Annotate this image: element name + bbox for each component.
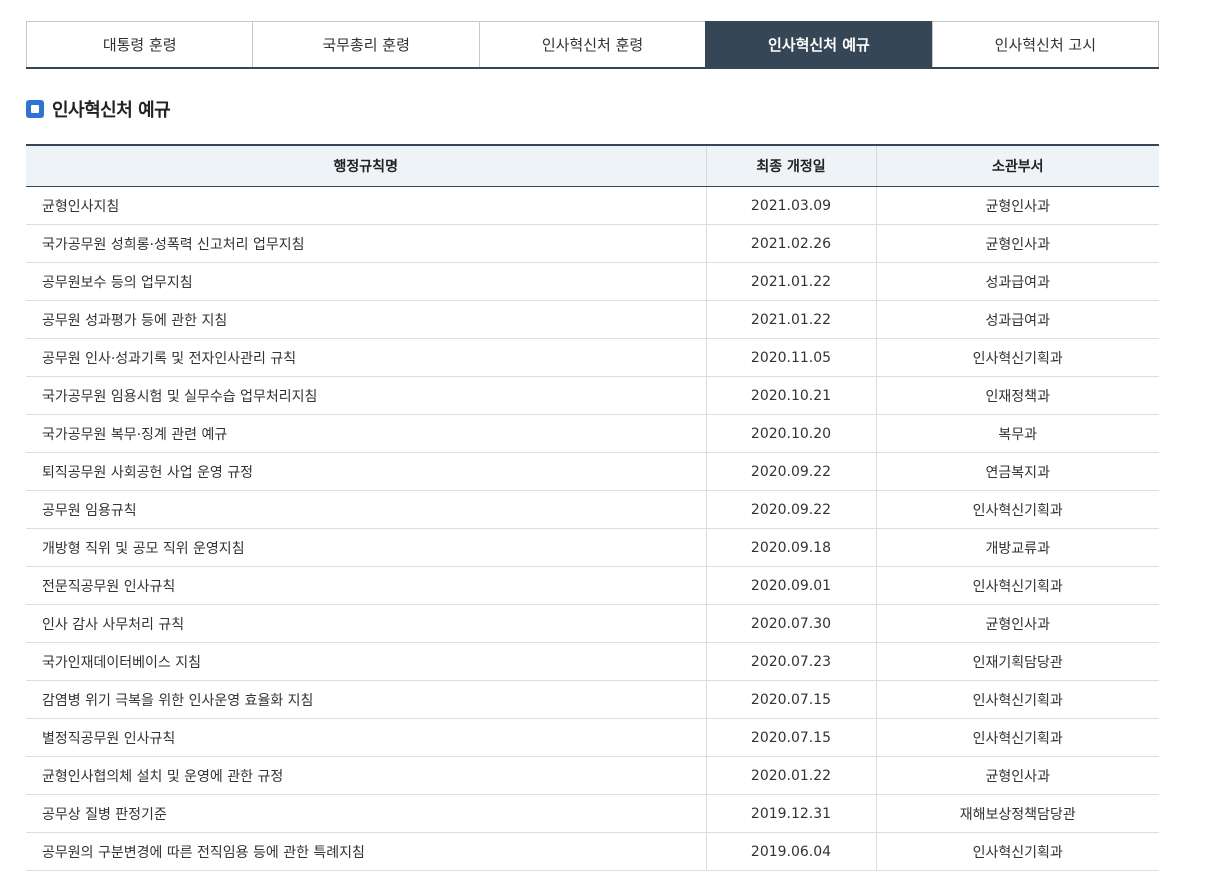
department-cell: 인사혁신기획과 xyxy=(875,490,1159,529)
revised-date-cell: 2020.09.22 xyxy=(705,490,876,529)
revised-date-cell: 2020.09.18 xyxy=(705,528,876,567)
tab-mpm-directive[interactable]: 인사혁신처 훈령 xyxy=(478,21,706,67)
revised-date-cell: 2020.09.22 xyxy=(705,452,876,491)
department-cell: 균형인사과 xyxy=(875,224,1159,263)
table-row[interactable]: 국가공무원 임용시험 및 실무수습 업무처리지침 2020.10.21 인재정책과 xyxy=(26,376,1159,415)
department-cell: 인사혁신기획과 xyxy=(875,338,1159,377)
regulation-name-link[interactable]: 공무원보수 등의 업무지침 xyxy=(26,262,706,301)
department-cell: 인사혁신기획과 xyxy=(875,566,1159,605)
department-cell: 인재기획담당관 xyxy=(875,642,1159,681)
revised-date-cell: 2020.10.20 xyxy=(705,414,876,453)
revised-date-cell: 2020.07.23 xyxy=(705,642,876,681)
regulation-name-link[interactable]: 개방형 직위 및 공모 직위 운영지침 xyxy=(26,528,706,567)
regulation-name-link[interactable]: 국가공무원 복무·징계 관련 예규 xyxy=(26,414,706,453)
regulation-name-link[interactable]: 균형인사지침 xyxy=(26,186,706,225)
revised-date-cell: 2020.07.15 xyxy=(705,680,876,719)
regulation-name-link[interactable]: 감염병 위기 극복을 위한 인사운영 효율화 지침 xyxy=(26,680,706,719)
regulation-name-link[interactable]: 국가인재데이터베이스 지침 xyxy=(26,642,706,681)
department-cell: 성과급여과 xyxy=(875,262,1159,301)
square-bullet-icon xyxy=(26,100,44,118)
revised-date-cell: 2021.01.22 xyxy=(705,300,876,339)
department-cell: 인재정책과 xyxy=(875,376,1159,415)
table-row[interactable]: 공무원 임용규칙 2020.09.22 인사혁신기획과 xyxy=(26,490,1159,529)
table-row[interactable]: 국가인재데이터베이스 지침 2020.07.23 인재기획담당관 xyxy=(26,642,1159,681)
table-row[interactable]: 인사 감사 사무처리 규칙 2020.07.30 균형인사과 xyxy=(26,604,1159,643)
revised-date-cell: 2021.03.09 xyxy=(705,186,876,225)
revised-date-cell: 2020.10.21 xyxy=(705,376,876,415)
table-row[interactable]: 공무원보수 등의 업무지침 2021.01.22 성과급여과 xyxy=(26,262,1159,301)
department-cell: 연금복지과 xyxy=(875,452,1159,491)
regulation-name-link[interactable]: 공무상 질병 판정기준 xyxy=(26,794,706,833)
revised-date-cell: 2019.06.04 xyxy=(705,832,876,871)
regulation-name-link[interactable]: 균형인사협의체 설치 및 운영에 관한 규정 xyxy=(26,756,706,795)
column-header-name: 행정규칙명 xyxy=(26,144,706,187)
revised-date-cell: 2021.01.22 xyxy=(705,262,876,301)
regulation-name-link[interactable]: 국가공무원 임용시험 및 실무수습 업무처리지침 xyxy=(26,376,706,415)
table-row[interactable]: 공무원 인사·성과기록 및 전자인사관리 규칙 2020.11.05 인사혁신기획과 xyxy=(26,338,1159,377)
regulation-name-link[interactable]: 전문직공무원 인사규칙 xyxy=(26,566,706,605)
table-row[interactable]: 별정직공무원 인사규칙 2020.07.15 인사혁신기획과 xyxy=(26,718,1159,757)
regulations-table: 행정규칙명 최종 개정일 소관부서 균형인사지침 2021.03.09 균형인사과 국… xyxy=(26,144,1159,871)
revised-date-cell: 2021.02.26 xyxy=(705,224,876,263)
tab-mpm-regulation[interactable]: 인사혁신처 예규 xyxy=(705,21,932,67)
section-heading: 인사혁신처 예규 xyxy=(26,96,171,122)
revised-date-cell: 2020.11.05 xyxy=(705,338,876,377)
department-cell: 균형인사과 xyxy=(875,604,1159,643)
table-row[interactable]: 전문직공무원 인사규칙 2020.09.01 인사혁신기획과 xyxy=(26,566,1159,605)
table-row[interactable]: 감염병 위기 극복을 위한 인사운영 효율화 지침 2020.07.15 인사혁신기… xyxy=(26,680,1159,719)
regulation-name-link[interactable]: 공무원 성과평가 등에 관한 지침 xyxy=(26,300,706,339)
regulation-name-link[interactable]: 공무원 임용규칙 xyxy=(26,490,706,529)
department-cell: 인사혁신기획과 xyxy=(875,832,1159,871)
revised-date-cell: 2020.07.15 xyxy=(705,718,876,757)
table-header-row: 행정규칙명 최종 개정일 소관부서 xyxy=(26,144,1159,187)
regulation-name-link[interactable]: 국가공무원 성희롱·성폭력 신고처리 업무지침 xyxy=(26,224,706,263)
regulation-name-link[interactable]: 공무원 인사·성과기록 및 전자인사관리 규칙 xyxy=(26,338,706,377)
department-cell: 균형인사과 xyxy=(875,756,1159,795)
department-cell: 인사혁신기획과 xyxy=(875,680,1159,719)
category-tabs: 대통령 훈령 국무총리 훈령 인사혁신처 훈령 인사혁신처 예규 인사혁신처 고… xyxy=(26,21,1160,69)
column-header-revised-date: 최종 개정일 xyxy=(705,144,876,187)
department-cell: 인사혁신기획과 xyxy=(875,718,1159,757)
department-cell: 개방교류과 xyxy=(875,528,1159,567)
department-cell: 복무과 xyxy=(875,414,1159,453)
revised-date-cell: 2020.01.22 xyxy=(705,756,876,795)
table-row[interactable]: 국가공무원 성희롱·성폭력 신고처리 업무지침 2021.02.26 균형인사과 xyxy=(26,224,1159,263)
revised-date-cell: 2019.12.31 xyxy=(705,794,876,833)
table-row[interactable]: 공무원 성과평가 등에 관한 지침 2021.01.22 성과급여과 xyxy=(26,300,1159,339)
regulation-name-link[interactable]: 인사 감사 사무처리 규칙 xyxy=(26,604,706,643)
department-cell: 성과급여과 xyxy=(875,300,1159,339)
regulation-name-link[interactable]: 퇴직공무원 사회공헌 사업 운영 규정 xyxy=(26,452,706,491)
column-header-department: 소관부서 xyxy=(875,144,1159,187)
table-row[interactable]: 균형인사협의체 설치 및 운영에 관한 규정 2020.01.22 균형인사과 xyxy=(26,756,1159,795)
table-row[interactable]: 개방형 직위 및 공모 직위 운영지침 2020.09.18 개방교류과 xyxy=(26,528,1159,567)
table-row[interactable]: 공무상 질병 판정기준 2019.12.31 재해보상정책담당관 xyxy=(26,794,1159,833)
revised-date-cell: 2020.09.01 xyxy=(705,566,876,605)
department-cell: 균형인사과 xyxy=(875,186,1159,225)
tab-presidential-directive[interactable]: 대통령 훈령 xyxy=(26,21,253,67)
department-cell: 재해보상정책담당관 xyxy=(875,794,1159,833)
regulation-name-link[interactable]: 공무원의 구분변경에 따른 전직임용 등에 관한 특례지침 xyxy=(26,832,706,871)
page-title: 인사혁신처 예규 xyxy=(52,100,171,121)
regulation-name-link[interactable]: 별정직공무원 인사규칙 xyxy=(26,718,706,757)
table-row[interactable]: 퇴직공무원 사회공헌 사업 운영 규정 2020.09.22 연금복지과 xyxy=(26,452,1159,491)
tab-mpm-notice[interactable]: 인사혁신처 고시 xyxy=(931,21,1160,67)
tab-prime-minister-directive[interactable]: 국무총리 훈령 xyxy=(252,21,479,67)
table-row[interactable]: 국가공무원 복무·징계 관련 예규 2020.10.20 복무과 xyxy=(26,414,1159,453)
revised-date-cell: 2020.07.30 xyxy=(705,604,876,643)
table-row[interactable]: 공무원의 구분변경에 따른 전직임용 등에 관한 특례지침 2019.06.04 인… xyxy=(26,832,1159,871)
table-row[interactable]: 균형인사지침 2021.03.09 균형인사과 xyxy=(26,186,1159,225)
